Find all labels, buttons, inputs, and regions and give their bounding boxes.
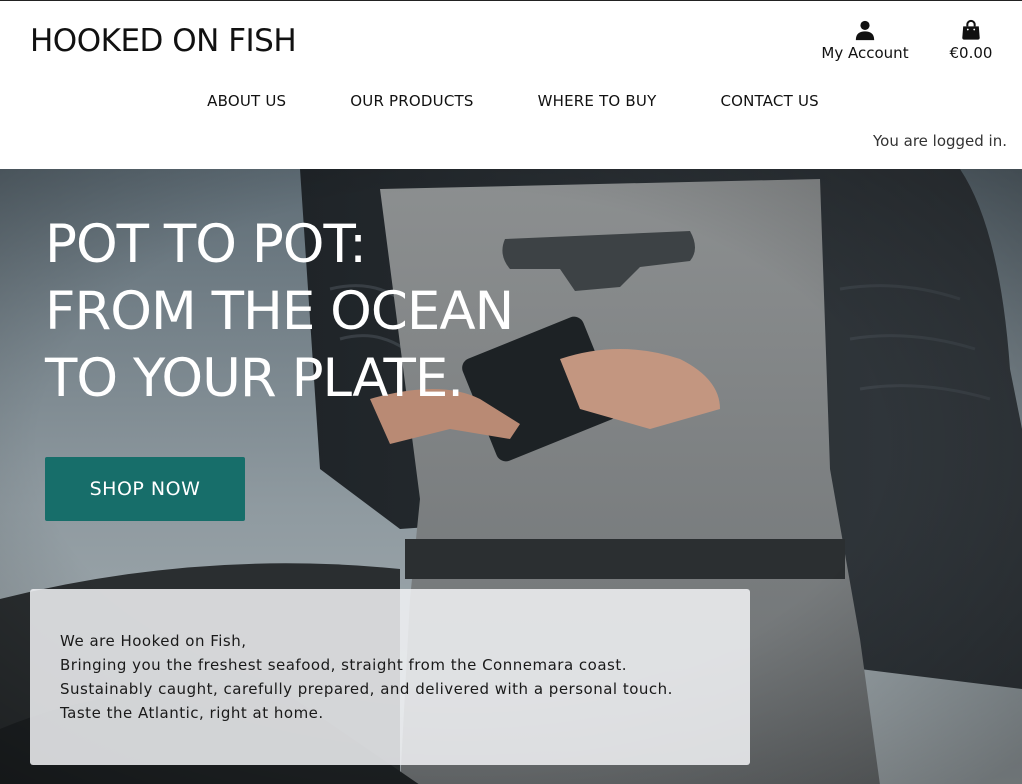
nav-where-to-buy[interactable]: WHERE TO BUY: [538, 92, 657, 110]
my-account-link[interactable]: My Account: [820, 19, 910, 62]
my-account-label: My Account: [821, 44, 909, 62]
shopping-bag-icon: [962, 19, 980, 40]
intro-line: Sustainably caught, carefully prepared, …: [60, 680, 673, 698]
hero-title-line: POT TO POT:: [45, 214, 367, 275]
intro-panel: We are Hooked on Fish, Bringing you the …: [30, 589, 750, 765]
basket-total: €0.00: [949, 44, 993, 62]
hero-title-line: TO YOUR PLATE.: [45, 348, 464, 409]
basket-link[interactable]: €0.00: [944, 19, 998, 62]
nav-contact-us[interactable]: CONTACT US: [720, 92, 818, 110]
hero-title: POT TO POT: FROM THE OCEAN TO YOUR PLATE…: [45, 211, 514, 412]
hero-section: POT TO POT: FROM THE OCEAN TO YOUR PLATE…: [0, 169, 1022, 784]
intro-line: Bringing you the freshest seafood, strai…: [60, 656, 627, 674]
shop-now-button[interactable]: SHOP NOW: [45, 457, 245, 521]
intro-line: Taste the Atlantic, right at home.: [60, 704, 324, 722]
site-logo[interactable]: HOOKED ON FISH: [30, 23, 297, 59]
intro-line: We are Hooked on Fish,: [60, 632, 247, 650]
site-header: HOOKED ON FISH My Account €0.00 ABOUT US…: [0, 1, 1022, 169]
login-status-message: You are logged in.: [873, 132, 1007, 150]
nav-about-us[interactable]: ABOUT US: [207, 92, 286, 110]
main-nav: ABOUT US OUR PRODUCTS WHERE TO BUY CONTA…: [0, 92, 1022, 110]
user-icon: [855, 20, 875, 41]
page: HOOKED ON FISH My Account €0.00 ABOUT US…: [0, 0, 1022, 784]
hero-title-line: FROM THE OCEAN: [45, 281, 514, 342]
nav-our-products[interactable]: OUR PRODUCTS: [350, 92, 473, 110]
